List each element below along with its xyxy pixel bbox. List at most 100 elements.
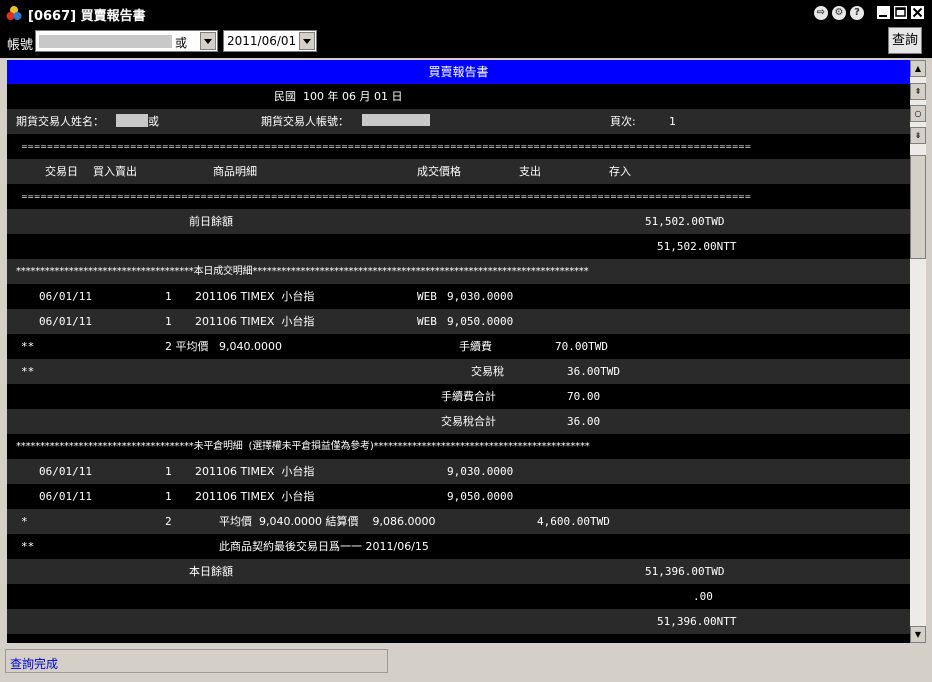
open-summary-avg: 平均價 9,040.0000 結算價 9,086.0000 [219,515,436,528]
trade-product: 201106 TIMEX 小台指 [195,290,315,303]
fee-label: 手續費 [459,340,492,353]
open-qty: 1 [165,490,172,503]
col-trade-date: 交易日 [45,165,78,178]
account-redacted [39,35,172,48]
settings-icon[interactable]: ⚙ [832,6,846,20]
trade-channel: WEB [417,290,437,303]
today-trades-title: *************************************本日成… [16,266,589,277]
page-label: 頁次: [610,115,636,128]
tax-total-label: 交易稅合計 [441,415,496,428]
col-buy-sell: 買入賣出 [93,165,137,178]
report-row-separator: ========================================… [7,134,910,159]
maximize-icon[interactable] [893,5,908,20]
export-icon[interactable]: ⇨ [814,6,828,20]
open-summary-marker: * [21,515,28,528]
trader-account-redacted [362,114,430,126]
report-row-last-trade: ** 此商品契約最後交易日爲一一 2011/06/15 [7,534,910,559]
date-dropdown-icon[interactable] [299,32,315,50]
today-balance-twd: 51,396.00TWD [645,565,725,578]
prev-balance-twd: 51,502.00TWD [645,215,725,228]
tax-marker: ** [21,365,35,378]
last-trade-marker: ** [21,540,35,553]
title-bar: [0667] 買賣報告書 ⇨ ⚙ ? [0,0,932,26]
table-row: 06/01/11 1 201106 TIMEX 小台指 9,030.0000 [7,459,910,484]
last-trade-note: 此商品契約最後交易日爲一一 2011/06/15 [219,540,429,553]
page-up-icon[interactable]: ⇞ [910,83,926,100]
page-down-icon[interactable]: ⇟ [910,127,926,144]
prev-balance-label: 前日餘額 [189,215,233,228]
trade-product: 201106 TIMEX 小台指 [195,315,315,328]
open-price: 9,030.0000 [447,465,514,478]
date-value: 2011/06/01 [227,34,297,48]
prev-balance-ntt: 51,502.00NTT [657,240,737,253]
minimize-icon[interactable] [876,5,891,20]
separator-line: ========================================… [21,192,751,201]
today-balance-ntt: 51,396.00NTT [657,615,737,628]
report-row-columns: 交易日 買入賣出 商品明細 成交價格 支出 存入 [7,159,910,184]
open-price: 9,050.0000 [447,490,514,503]
trader-account-label: 期貨交易人帳號： [261,115,349,128]
report-row-prev-balance: 前日餘額 51,502.00TWD [7,209,910,234]
vertical-scrollbar[interactable]: ▲ ⇞ ○ ⇟ ▼ [910,60,926,643]
report-row-fee-total: 手續費合計 70.00 [7,384,910,409]
trade-price: 9,030.0000 [447,290,514,303]
report-row-tax: ** 交易稅 36.00TWD [7,359,910,384]
window-title: [0667] 買賣報告書 [28,9,146,24]
trade-date: 06/01/11 [39,315,92,328]
help-icon[interactable]: ? [850,6,864,20]
report-row-today-balance-ntt: 51,396.00NTT [7,609,910,634]
query-toolbar: 帳號 或 2011/06/01 查詢 [0,26,932,58]
query-button[interactable]: 查詢 [888,27,922,54]
trade-qty: 1 [165,290,172,303]
close-icon[interactable] [910,5,925,20]
status-text: 查詢完成 [10,657,59,671]
report-row-trader: 期貨交易人姓名： 或 期貨交易人帳號： 頁次: 1 [7,109,910,134]
report-row-prev-balance-ntt: 51,502.00NTT [7,234,910,259]
table-row: 06/01/11 1 201106 TIMEX 小台指 WEB 9,030.00… [7,284,910,309]
open-summary-pnl: 4,600.00TWD [537,515,610,528]
report-row-tax-total: 交易稅合計 36.00 [7,409,910,434]
tax-label: 交易稅 [471,365,504,378]
tax-total-value: 36.00 [567,415,601,428]
page-value: 1 [669,115,676,128]
trade-price: 9,050.0000 [447,315,514,328]
open-qty: 1 [165,465,172,478]
open-date: 06/01/11 [39,465,92,478]
report-row-trades-title: *************************************本日成… [7,259,910,284]
app-logo-icon [6,6,22,20]
open-date: 06/01/11 [39,490,92,503]
summary-marker: ** [21,340,35,353]
scroll-center-icon[interactable]: ○ [910,105,926,122]
account-select[interactable]: 或 [35,30,218,52]
status-bar: 查詢完成 [0,645,932,682]
scroll-down-icon[interactable]: ▼ [910,626,926,643]
date-select[interactable]: 2011/06/01 [223,30,317,52]
trader-name-redacted [116,114,148,127]
tax-value: 36.00TWD [567,365,620,378]
report-row-summary: ** 2 平均價 9,040.0000 手續費 70.00TWD [7,334,910,359]
report-row-date: 民國 100 年 06 月 01 日 [7,84,910,109]
report-header: 買賣報告書 [7,60,910,84]
account-label: 帳號 [7,38,34,53]
open-summary-qty: 2 [165,515,172,528]
scrollbar-thumb[interactable] [910,155,926,259]
col-deposit: 存入 [609,165,631,178]
table-row: 06/01/11 1 201106 TIMEX 小台指 WEB 9,050.00… [7,309,910,334]
report-row-open-title: *************************************未平倉… [7,434,910,459]
separator-line: ========================================… [21,142,751,151]
report-row-separator: ========================================… [7,184,910,209]
scroll-up-icon[interactable]: ▲ [910,60,926,77]
trade-channel: WEB [417,315,437,328]
col-expense: 支出 [519,165,541,178]
trade-qty: 1 [165,315,172,328]
report-view[interactable]: 買賣報告書 民國 100 年 06 月 01 日 期貨交易人姓名： 或 期貨交易… [7,60,910,643]
table-row: 06/01/11 1 201106 TIMEX 小台指 9,050.0000 [7,484,910,509]
trade-date: 06/01/11 [39,290,92,303]
account-suffix: 或 [175,36,188,50]
zero-value: .00 [693,590,713,603]
fee-total-label: 手續費合計 [441,390,496,403]
status-panel: 查詢完成 [5,649,388,673]
open-product: 201106 TIMEX 小台指 [195,465,315,478]
trader-name-suffix: 或 [148,115,159,128]
account-dropdown-icon[interactable] [200,32,216,50]
